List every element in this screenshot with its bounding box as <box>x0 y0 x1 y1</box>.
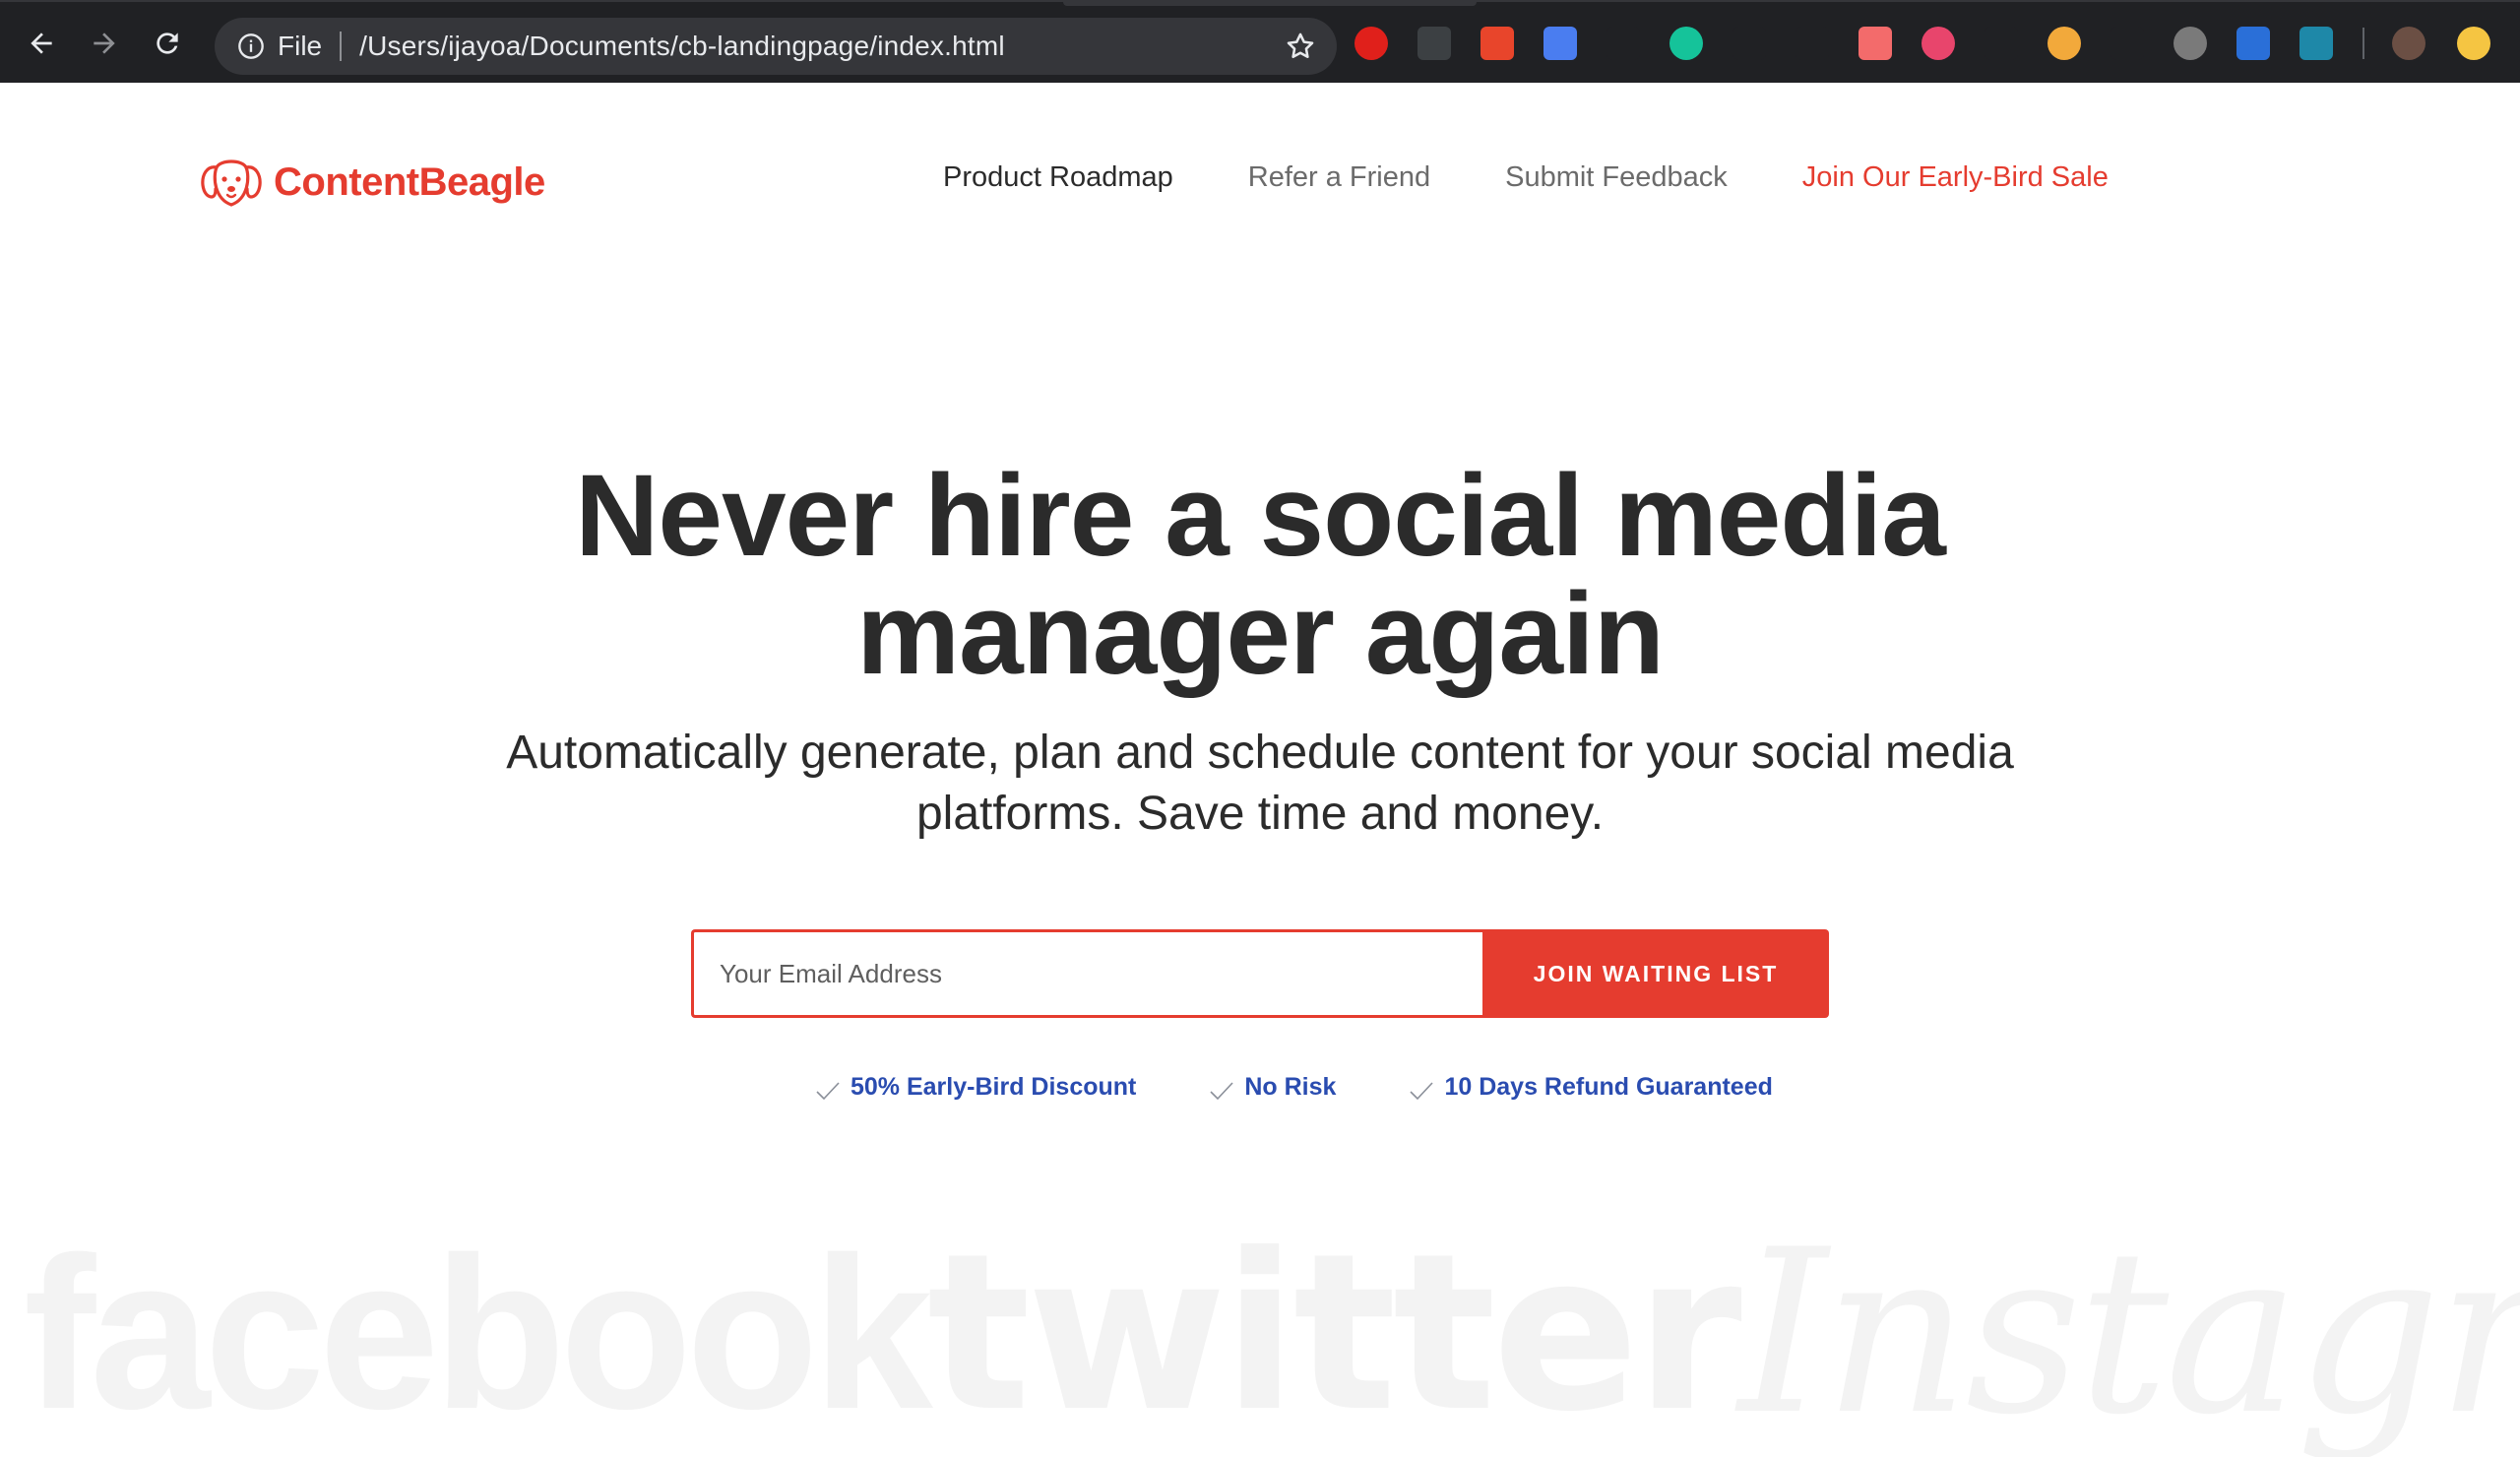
address-bar[interactable]: File /Users/ijayoa/Documents/cb-landingp… <box>215 18 1337 75</box>
nav-link-submit-feedback[interactable]: Submit Feedback <box>1505 161 1728 194</box>
info-icon[interactable] <box>236 32 266 61</box>
wj-icon[interactable] <box>1984 27 2018 60</box>
bookmark-star-icon[interactable] <box>1284 30 1317 63</box>
xa-translate-icon[interactable] <box>1480 27 1514 60</box>
nav-link-early-bird-sale[interactable]: Join Our Early-Bird Sale <box>1802 161 2109 194</box>
url-text[interactable]: /Users/ijayoa/Documents/cb-landingpage/i… <box>359 31 1005 62</box>
main-nav: Product Roadmap Refer a Friend Submit Fe… <box>943 161 2109 194</box>
profile-avatar[interactable] <box>2392 27 2426 60</box>
perk-label: 50% Early-Bird Discount <box>850 1073 1137 1101</box>
t-circle-icon[interactable] <box>1922 27 1955 60</box>
brand-name: ContentBeagle <box>274 159 545 204</box>
grammarly-icon[interactable] <box>1670 27 1703 60</box>
s-box-icon[interactable] <box>2236 27 2270 60</box>
bird-icon[interactable] <box>1606 27 1640 60</box>
social-platforms-watermark: facebook twitter Instagram <box>24 1202 2520 1457</box>
hero-subtitle: Automatically generate, plan and schedul… <box>423 723 2097 845</box>
perk-label: No Risk <box>1244 1073 1337 1101</box>
reload-icon <box>157 32 178 54</box>
gradient-circle-icon[interactable] <box>2048 27 2081 60</box>
email-input[interactable] <box>691 929 1482 1018</box>
arrow-right-icon <box>94 32 115 54</box>
bus-icon[interactable] <box>1732 27 1766 60</box>
hero-title: Never hire a social media manager again <box>374 457 2146 693</box>
video-record-icon[interactable] <box>1858 27 1892 60</box>
url-scheme-label: File <box>278 31 323 61</box>
puzzle-arrow-icon[interactable] <box>1796 27 1829 60</box>
watermark-twitter: twitter <box>926 1207 1742 1457</box>
back-button[interactable] <box>22 24 61 63</box>
stop-hand-icon[interactable] <box>1354 27 1388 60</box>
checkmark-icon <box>1210 1081 1233 1100</box>
hero-subtitle-line-1: Automatically generate, plan and schedul… <box>506 727 2014 779</box>
hero-title-line-2: manager again <box>856 569 1665 699</box>
checkmark-icon <box>1410 1081 1434 1100</box>
update-indicator-icon[interactable] <box>2457 27 2490 60</box>
extensions-bar <box>1354 22 2388 65</box>
grey-circle-icon[interactable] <box>2174 27 2207 60</box>
toolbar-divider <box>2362 28 2364 59</box>
perk-item: 10 Days Refund Guaranteed <box>1409 1073 1773 1102</box>
arrow-left-icon <box>31 32 52 54</box>
perk-item: 50% Early-Bird Discount <box>815 1073 1136 1102</box>
perk-item: No Risk <box>1209 1073 1336 1102</box>
watermark-instagram: Instagram <box>1737 1201 2520 1457</box>
waitlist-form: JOIN WAITING LIST <box>691 929 1829 1018</box>
url-separator <box>340 32 343 61</box>
perk-label: 10 Days Refund Guaranteed <box>1444 1073 1773 1101</box>
hero-subtitle-line-2: platforms. Save time and money. <box>915 788 1605 840</box>
nav-link-product-roadmap[interactable]: Product Roadmap <box>943 161 1173 194</box>
browser-toolbar: File /Users/ijayoa/Documents/cb-landingp… <box>0 0 2520 83</box>
checkmark-icon <box>816 1081 840 1100</box>
tab-strip-edge <box>1063 2 1477 6</box>
beagle-logo-icon <box>201 159 262 207</box>
join-waiting-list-button[interactable]: JOIN WAITING LIST <box>1482 929 1829 1018</box>
brand-logo[interactable]: ContentBeagle <box>199 154 545 211</box>
landing-page: ContentBeagle Product Roadmap Refer a Fr… <box>0 83 2520 1457</box>
nav-link-refer-a-friend[interactable]: Refer a Friend <box>1248 161 1430 194</box>
shield-cross-icon[interactable] <box>2300 27 2333 60</box>
react-atom-icon[interactable] <box>2110 27 2144 60</box>
hero-title-line-1: Never hire a social media <box>575 451 1946 581</box>
forward-button[interactable] <box>85 24 124 63</box>
eyedropper-icon[interactable] <box>1418 27 1451 60</box>
reload-button[interactable] <box>148 24 187 63</box>
watermark-facebook: facebook <box>24 1211 933 1454</box>
perks-list: 50% Early-Bird Discount No Risk 10 Days … <box>815 1073 1773 1102</box>
google-translate-icon[interactable] <box>1544 27 1577 60</box>
